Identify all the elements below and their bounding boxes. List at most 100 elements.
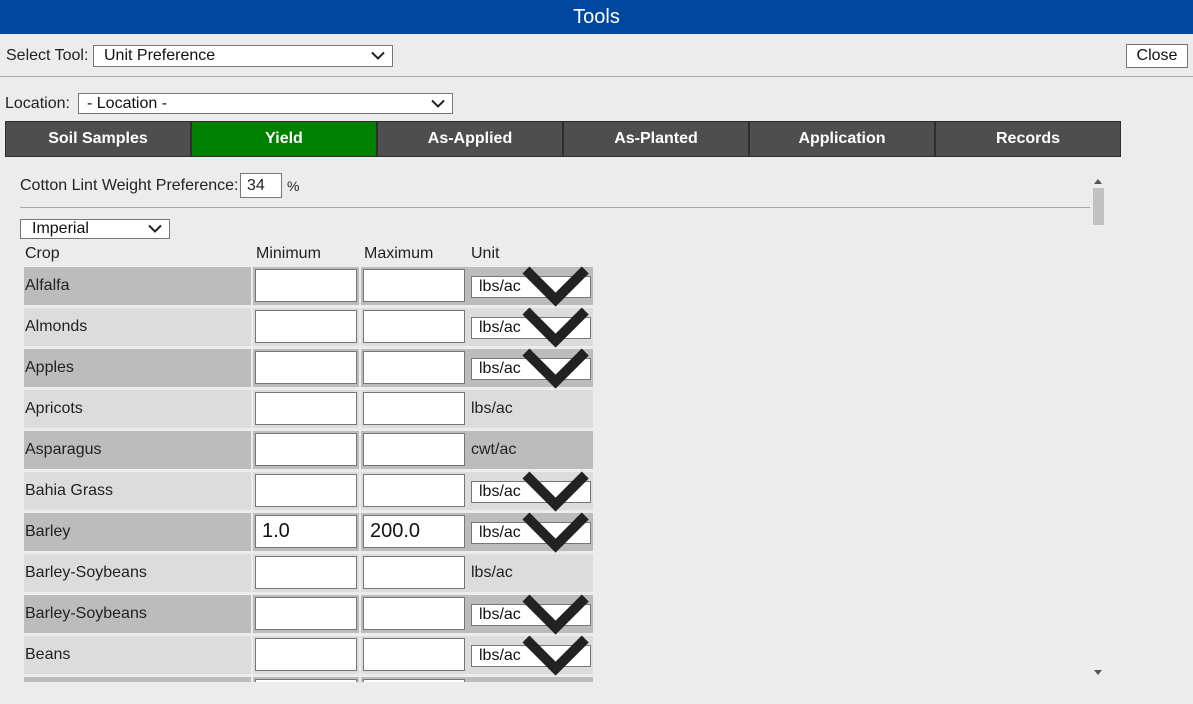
unit-dropdown[interactable]: lbs/ac [471, 635, 591, 676]
minimum-input[interactable]: 1.0 [255, 515, 357, 548]
location-label: Location: [5, 95, 70, 112]
crop-name: Bahia Grass [24, 472, 251, 510]
scroll-up-arrow-icon[interactable] [1094, 179, 1102, 184]
divider [20, 207, 1090, 208]
cotton-lint-input[interactable]: 34 [240, 173, 282, 198]
unit-dropdown[interactable]: lbs/ac [471, 348, 591, 389]
table-row: Barley-Soybeans lbs/ac [20, 594, 593, 635]
chevron-down-icon [522, 594, 589, 635]
crop-name: Apricots [24, 390, 251, 428]
minimum-input[interactable] [255, 679, 357, 682]
crop-name: Barley [24, 513, 251, 551]
tab-yield[interactable]: Yield [191, 121, 377, 157]
maximum-input[interactable] [363, 638, 465, 671]
tab-application[interactable]: Application [749, 121, 935, 157]
chevron-down-icon [431, 99, 445, 108]
unit-dropdown[interactable]: lbs/ac [471, 266, 591, 307]
window-title: Tools [573, 5, 620, 28]
maximum-input[interactable] [363, 556, 465, 589]
chevron-down-icon [522, 471, 589, 512]
minimum-input[interactable] [255, 392, 357, 425]
location-dropdown[interactable]: - Location - [78, 93, 453, 114]
yield-panel: Cotton Lint Weight Preference: 34 % Impe… [0, 172, 1110, 682]
table-row: Barley 1.0 200.0 lbs/ac [20, 512, 593, 553]
unit-system-value: Imperial [32, 220, 89, 237]
chevron-down-icon [371, 51, 385, 60]
maximum-input[interactable] [363, 433, 465, 466]
select-tool-label: Select Tool: [6, 47, 89, 64]
unit-value: lbs/ac [479, 319, 521, 336]
unit-system-dropdown[interactable]: Imperial [20, 219, 170, 239]
tool-selector-row: Select Tool: Unit Preference Close [0, 34, 1193, 77]
select-tool-value: Unit Preference [104, 47, 216, 64]
minimum-input[interactable] [255, 351, 357, 384]
close-button[interactable]: Close [1126, 44, 1188, 68]
table-row: Alfalfa lbs/ac [20, 266, 593, 307]
maximum-input[interactable] [363, 351, 465, 384]
unit-text: lbs/ac [471, 400, 513, 417]
minimum-input[interactable] [255, 269, 357, 302]
cell-background [467, 677, 593, 682]
table-row [20, 677, 593, 682]
crop-name [24, 677, 251, 682]
table-row: Almonds lbs/ac [20, 307, 593, 348]
cotton-lint-label: Cotton Lint Weight Preference: [20, 177, 239, 194]
maximum-input[interactable] [363, 597, 465, 630]
minimum-input[interactable] [255, 474, 357, 507]
unit-value: lbs/ac [479, 606, 521, 623]
minimum-input[interactable] [255, 556, 357, 589]
unit-value: lbs/ac [479, 360, 521, 377]
table-row: Asparagus cwt/ac [20, 431, 593, 469]
crop-name: Barley-Soybeans [24, 554, 251, 592]
minimum-input[interactable] [255, 310, 357, 343]
minimum-input[interactable] [255, 597, 357, 630]
tab-bar: Soil Samples Yield As-Applied As-Planted… [5, 121, 1121, 157]
unit-dropdown[interactable]: lbs/ac [471, 512, 591, 553]
unit-text: lbs/ac [471, 564, 513, 581]
table-row: Bahia Grass lbs/ac [20, 471, 593, 512]
chevron-down-icon [522, 307, 589, 348]
vertical-scrollbar[interactable] [1090, 176, 1106, 682]
tab-records[interactable]: Records [935, 121, 1121, 157]
scroll-down-arrow-icon[interactable] [1094, 670, 1102, 675]
column-header-maximum: Maximum [364, 245, 434, 262]
column-header-minimum: Minimum [256, 245, 321, 262]
chevron-down-icon [148, 224, 162, 233]
crop-name: Barley-Soybeans [24, 595, 251, 633]
maximum-input[interactable]: 200.0 [363, 515, 465, 548]
column-header-unit: Unit [471, 245, 500, 262]
table-row: Apricots lbs/ac [20, 390, 593, 428]
maximum-input[interactable] [363, 474, 465, 507]
tab-soil-samples[interactable]: Soil Samples [5, 121, 191, 157]
crop-name: Almonds [24, 308, 251, 346]
title-bar: Tools [0, 0, 1193, 34]
maximum-input[interactable] [363, 310, 465, 343]
unit-value: lbs/ac [479, 483, 521, 500]
unit-dropdown[interactable]: lbs/ac [471, 594, 591, 635]
unit-value: lbs/ac [479, 524, 521, 541]
crop-name: Apples [24, 349, 251, 387]
select-tool-dropdown[interactable]: Unit Preference [93, 45, 393, 67]
unit-dropdown[interactable]: lbs/ac [471, 471, 591, 512]
chevron-down-icon [522, 512, 589, 553]
tab-as-planted[interactable]: As-Planted [563, 121, 749, 157]
unit-text: cwt/ac [471, 441, 517, 458]
chevron-down-icon [522, 635, 589, 676]
crop-name: Asparagus [24, 431, 251, 469]
maximum-input[interactable] [363, 269, 465, 302]
location-value: - Location - [87, 94, 168, 112]
crop-name: Alfalfa [24, 267, 251, 305]
column-header-crop: Crop [25, 245, 60, 262]
scroll-thumb[interactable] [1093, 188, 1104, 225]
percent-unit-label: % [287, 178, 300, 194]
maximum-input[interactable] [363, 679, 465, 682]
unit-value: lbs/ac [479, 647, 521, 664]
minimum-input[interactable] [255, 433, 357, 466]
maximum-input[interactable] [363, 392, 465, 425]
unit-dropdown[interactable]: lbs/ac [471, 307, 591, 348]
chevron-down-icon [522, 348, 589, 389]
table-row: Apples lbs/ac [20, 348, 593, 389]
minimum-input[interactable] [255, 638, 357, 671]
crop-name: Beans [24, 636, 251, 674]
tab-as-applied[interactable]: As-Applied [377, 121, 563, 157]
